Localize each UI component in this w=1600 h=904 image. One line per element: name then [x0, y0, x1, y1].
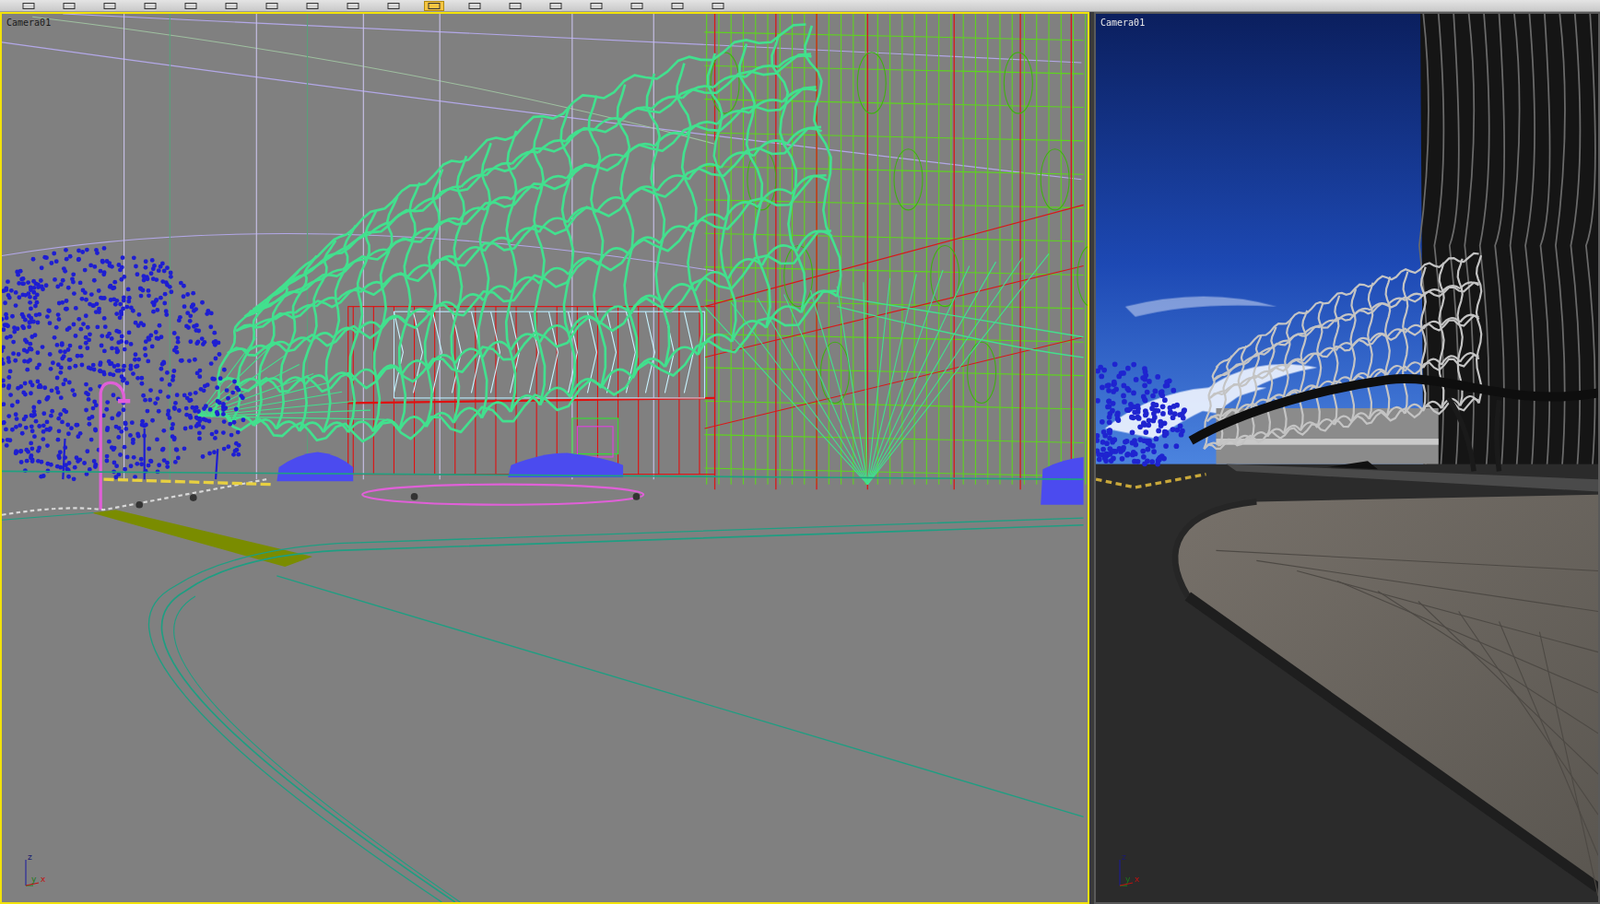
toolbar-button[interactable] — [383, 0, 404, 12]
building-outline — [1, 13, 1082, 480]
toolbar-button[interactable] — [464, 0, 485, 12]
tool-icon — [305, 2, 319, 10]
toolbar-button[interactable] — [18, 0, 39, 12]
axis-label: z — [1121, 852, 1127, 862]
tool-icon — [346, 2, 360, 10]
render-trees — [1095, 361, 1188, 467]
clouds — [1105, 296, 1318, 439]
trees — [1, 246, 246, 482]
viewport-area: Camera01zyxCamera01zyx — [0, 11, 1600, 904]
tool-icon — [589, 2, 603, 10]
toolbar-button[interactable] — [667, 0, 688, 12]
wireframe-scene[interactable] — [1, 13, 1088, 903]
axis-label: x — [40, 874, 46, 884]
tool-icon — [22, 2, 36, 10]
street-lamp — [100, 382, 130, 510]
max-window: Camera01zyxCamera01zyx — [0, 0, 1600, 904]
canopy — [197, 23, 1083, 484]
toolbar-button[interactable] — [180, 0, 201, 12]
toolbar-button[interactable] — [302, 0, 323, 12]
toolbar-button[interactable] — [261, 0, 283, 12]
viewport[interactable]: Camera01 z yx — [1094, 11, 1600, 904]
tower-wireframe — [704, 13, 1088, 490]
toolbar-button[interactable] — [423, 0, 445, 12]
dark-tower — [1419, 13, 1599, 471]
render-canopy — [1190, 253, 1599, 471]
axis-gizmo: z yx — [22, 852, 59, 890]
tool-icon — [62, 2, 76, 10]
toolbar-button[interactable] — [505, 0, 526, 12]
toolbar-button[interactable] — [626, 0, 648, 12]
toolbar-button[interactable] — [99, 0, 120, 12]
toolbar-button[interactable] — [140, 0, 161, 12]
toolbar-button[interactable] — [545, 0, 566, 12]
viewport[interactable]: Camera01 z yx — [0, 11, 1090, 904]
toolbar-button[interactable] — [586, 0, 607, 12]
tool-icon — [508, 2, 522, 10]
tool-icon — [184, 2, 198, 10]
axis-label: y — [31, 874, 36, 884]
tool-icon — [265, 2, 279, 10]
toolbar-button[interactable] — [342, 0, 364, 12]
sky — [1095, 13, 1599, 471]
render-ground — [1095, 460, 1599, 896]
tool-icon — [103, 2, 117, 10]
viewport-label[interactable]: Camera01 — [1100, 17, 1145, 29]
tool-icon — [468, 2, 482, 10]
axis-label: y — [1125, 874, 1130, 884]
toolbar-button[interactable] — [221, 0, 242, 12]
tool-icon — [711, 2, 725, 10]
tool-icon — [630, 2, 644, 10]
axis-label: x — [1134, 874, 1140, 884]
tool-icon — [143, 2, 157, 10]
axis-label: z — [27, 852, 33, 862]
ground-lines — [1, 470, 1084, 903]
toolbar-button[interactable] — [58, 0, 80, 12]
axis-gizmo: z yx — [1116, 852, 1153, 890]
viewport-label[interactable]: Camera01 — [6, 17, 51, 29]
tool-icon — [387, 2, 400, 10]
render-scene[interactable] — [1095, 13, 1599, 903]
tool-icon — [427, 2, 441, 10]
toolbar-button[interactable] — [707, 0, 729, 12]
tool-icon — [670, 2, 684, 10]
tool-icon — [224, 2, 238, 10]
tool-icon — [549, 2, 563, 10]
road — [1095, 464, 1599, 903]
main-toolbar — [0, 0, 1600, 12]
